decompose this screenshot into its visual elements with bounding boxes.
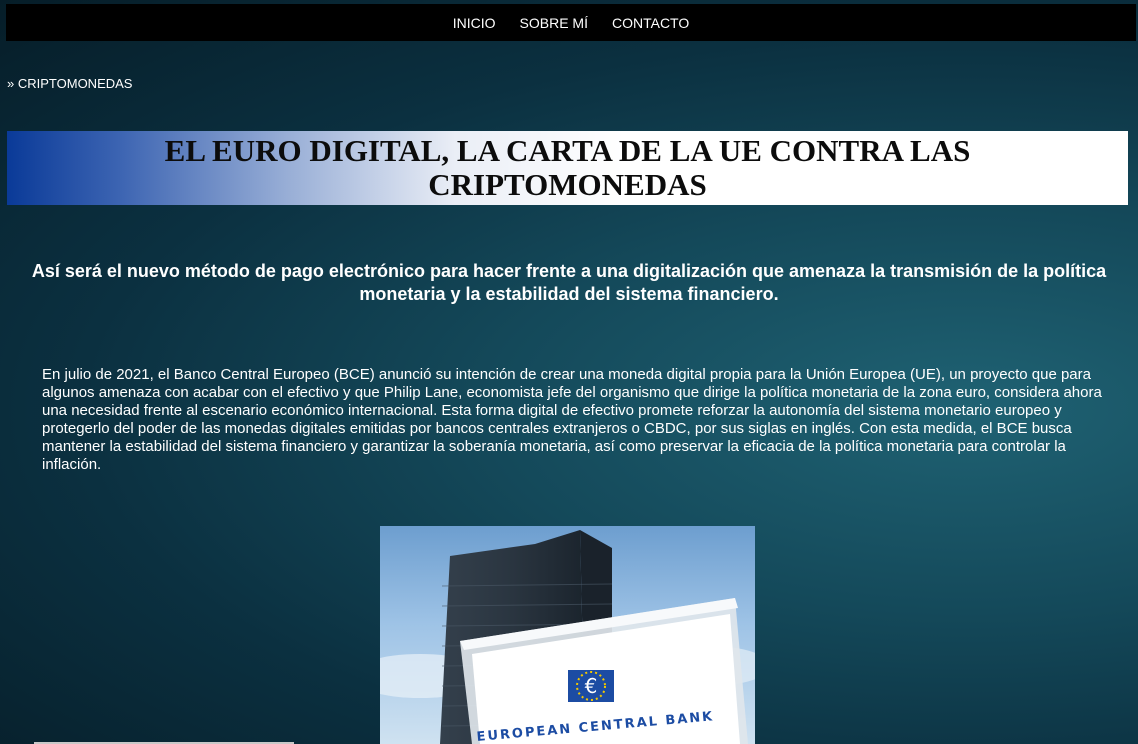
nav-link-sobre-mi[interactable]: SOBRE MÍ <box>520 15 588 31</box>
article-subtitle: Así será el nuevo método de pago electró… <box>31 261 1107 304</box>
breadcrumb-category-link[interactable]: CRIPTOMONEDAS <box>18 76 133 91</box>
euro-symbol-icon: € <box>585 674 598 698</box>
breadcrumb: » CRIPTOMONEDAS <box>7 76 132 91</box>
article-title-banner: EL EURO DIGITAL, LA CARTA DE LA UE CONTR… <box>7 131 1128 205</box>
article-paragraph: En julio de 2021, el Banco Central Europ… <box>42 366 1102 473</box>
article-image: € EUROPEAN CENTRAL BANK <box>380 526 755 744</box>
nav-link-inicio[interactable]: INICIO <box>453 15 496 31</box>
article-title: EL EURO DIGITAL, LA CARTA DE LA UE CONTR… <box>164 133 971 202</box>
nav-link-contacto[interactable]: CONTACTO <box>612 15 689 31</box>
breadcrumb-separator: » <box>7 76 15 91</box>
ecb-building-photo: € EUROPEAN CENTRAL BANK <box>380 530 755 744</box>
top-navigation: INICIO SOBRE MÍ CONTACTO <box>6 4 1136 41</box>
